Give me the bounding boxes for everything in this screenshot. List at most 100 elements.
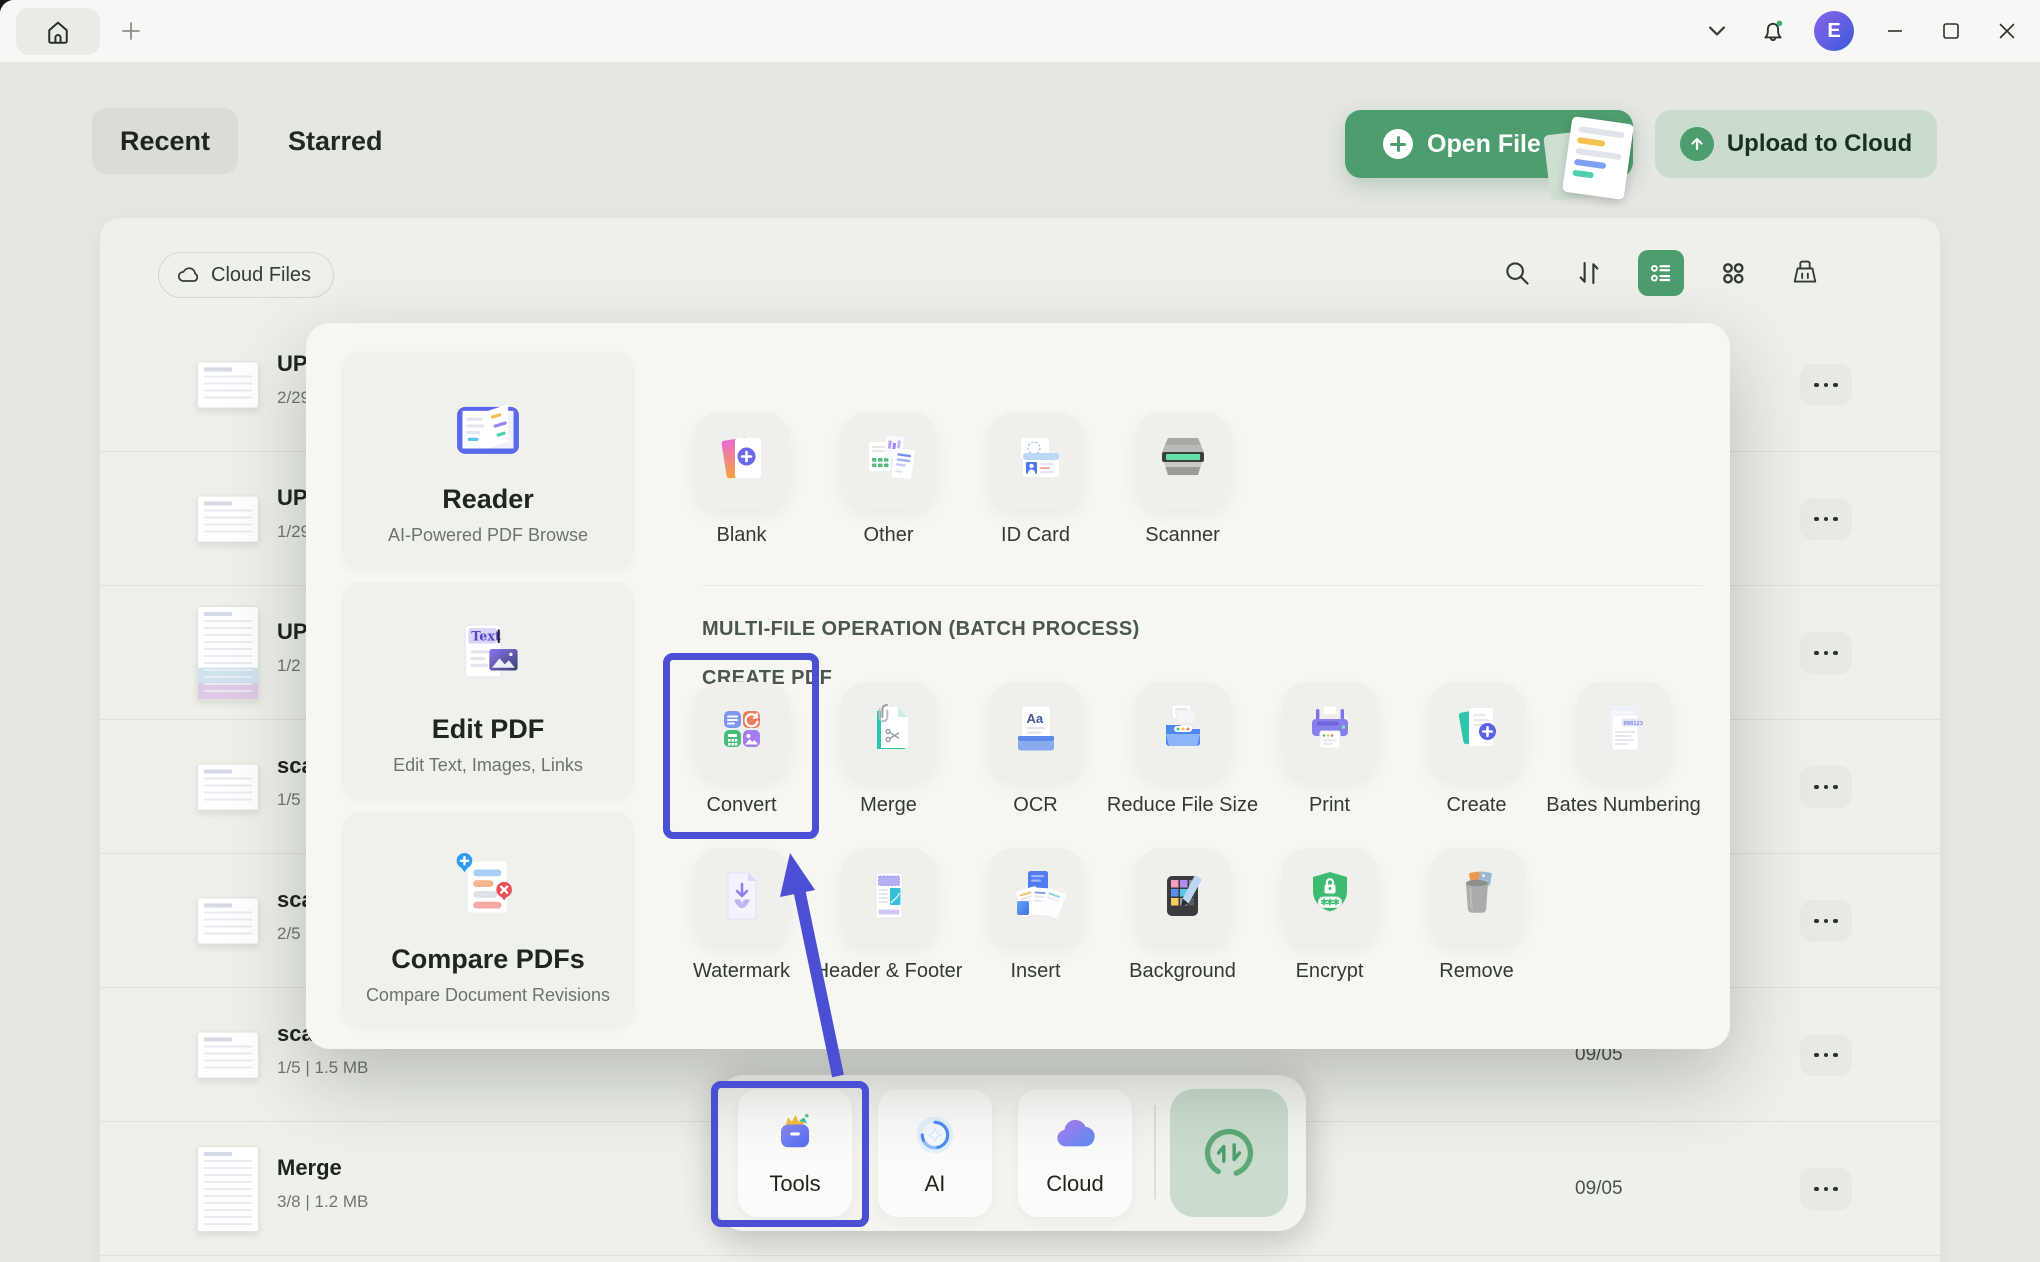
bates-icon: 000123 — [1592, 698, 1656, 762]
list-view-toggle[interactable] — [1638, 250, 1684, 296]
tool-id-card[interactable]: ID Card — [962, 412, 1109, 547]
cloud-files-button[interactable]: Cloud Files — [158, 252, 334, 298]
file-meta: 1/5 | — [277, 790, 310, 810]
tool-tile — [1282, 848, 1378, 944]
mode-card-title: Edit PDF — [432, 714, 545, 745]
dock-divider — [1154, 1105, 1156, 1199]
close-button[interactable] — [1992, 16, 2022, 46]
dock-item-cloud[interactable]: Cloud — [1018, 1089, 1132, 1217]
upload-to-cloud-label: Upload to Cloud — [1727, 130, 1912, 158]
home-tab[interactable] — [16, 8, 100, 55]
tool-remove[interactable]: Remove — [1403, 848, 1550, 983]
scanner-icon — [1151, 428, 1215, 492]
more-button[interactable] — [1800, 632, 1852, 674]
tool-print[interactable]: Print — [1256, 682, 1403, 817]
tool-watermark[interactable]: Watermark — [668, 848, 815, 983]
tab-starred[interactable]: Starred — [288, 108, 383, 174]
grid-view-icon — [1718, 258, 1748, 288]
file-meta: 3/8 | 1.2 MB — [277, 1192, 368, 1212]
sort-icon — [1574, 258, 1604, 288]
search-button[interactable] — [1494, 250, 1540, 296]
cloud-icon — [1047, 1107, 1103, 1163]
grid-view-toggle[interactable] — [1710, 250, 1756, 296]
tool-label: Background — [1129, 960, 1236, 983]
tool-ocr[interactable]: AaOCR — [962, 682, 1109, 817]
tool-tile — [1282, 682, 1378, 778]
mode-card-subtitle: Compare Document Revisions — [366, 985, 610, 1006]
svg-text:Aa: Aa — [1026, 711, 1043, 726]
convert-sync-icon — [1192, 1116, 1266, 1190]
dock-item-ai[interactable]: AI — [878, 1089, 992, 1217]
tool-merge[interactable]: Merge — [815, 682, 962, 817]
batch-tiles-row1: Convert MergeAaOCRReduce File SizePrint Cr… — [668, 682, 1697, 817]
tool-convert[interactable]: Convert — [668, 682, 815, 817]
dropdown-chevron-button[interactable] — [1702, 16, 1732, 46]
minimize-button[interactable] — [1880, 16, 1910, 46]
more-dots-icon — [1814, 1187, 1819, 1192]
tab-recent[interactable]: Recent — [92, 108, 238, 174]
home-icon — [44, 18, 72, 46]
maximize-button[interactable] — [1936, 16, 1966, 46]
tool-blank[interactable]: Blank — [668, 412, 815, 547]
blank-icon — [710, 428, 774, 492]
id-card-icon — [1004, 428, 1068, 492]
tool-tile — [988, 848, 1084, 944]
tool-insert[interactable]: Insert — [962, 848, 1109, 983]
insert-icon — [1004, 864, 1068, 928]
new-tab-button[interactable] — [118, 18, 144, 44]
clean-up-button[interactable] — [1782, 250, 1828, 296]
dock-item-tools[interactable]: Tools — [738, 1089, 852, 1217]
more-button[interactable] — [1800, 364, 1852, 406]
mode-card-edit-pdf[interactable]: TextEdit PDFEdit Text, Images, Links — [342, 582, 634, 800]
reader-icon — [445, 384, 531, 470]
tool-bates-numbering[interactable]: 000123Bates Numbering — [1550, 682, 1697, 817]
avatar[interactable]: E — [1814, 11, 1854, 51]
compare-pdfs-icon — [445, 844, 531, 930]
mode-card-title: Reader — [442, 484, 534, 515]
open-file-button[interactable]: Open File — [1345, 110, 1633, 178]
more-button[interactable] — [1800, 1034, 1852, 1076]
tool-header-footer[interactable]: Header & Footer — [815, 848, 962, 983]
dock-action-button[interactable] — [1170, 1089, 1288, 1217]
tool-scanner[interactable]: Scanner — [1109, 412, 1256, 547]
mode-card-compare-pdfs[interactable]: Compare PDFsCompare Document Revisions — [342, 812, 634, 1028]
tool-label: Scanner — [1145, 524, 1220, 547]
file-thumbnail — [197, 495, 259, 542]
more-button[interactable] — [1800, 900, 1852, 942]
file-date: 09/05 — [1575, 1178, 1623, 1200]
tool-label: Watermark — [693, 960, 790, 983]
plus-circle-icon — [1383, 129, 1413, 159]
sort-button[interactable] — [1566, 250, 1612, 296]
tool-tile — [988, 412, 1084, 508]
more-button[interactable] — [1800, 1168, 1852, 1210]
cloud-files-label: Cloud Files — [211, 264, 311, 287]
titlebar: E — [0, 0, 2040, 62]
tool-tile — [1429, 848, 1525, 944]
tool-tile — [694, 412, 790, 508]
merge-icon — [857, 698, 921, 762]
more-button[interactable] — [1800, 766, 1852, 808]
file-meta: 2/5 | — [277, 924, 310, 944]
mode-card-reader[interactable]: ReaderAI-Powered PDF Browse — [342, 352, 634, 570]
tool-label: Other — [863, 524, 913, 547]
upload-to-cloud-button[interactable]: Upload to Cloud — [1655, 110, 1937, 178]
more-dots-icon — [1814, 517, 1819, 522]
minimize-icon — [1884, 20, 1906, 42]
tool-reduce-file-size[interactable]: Reduce File Size — [1109, 682, 1256, 817]
tool-tile — [1135, 682, 1231, 778]
batch-section-title: MULTI-FILE OPERATION (BATCH PROCESS) — [702, 618, 1140, 641]
tool-label: Convert — [706, 794, 776, 817]
tool-other[interactable]: Other — [815, 412, 962, 547]
tool-tile — [841, 682, 937, 778]
tool-label: Bates Numbering — [1546, 794, 1701, 817]
tool-encrypt[interactable]: Encrypt — [1256, 848, 1403, 983]
cloud-icon — [175, 262, 201, 288]
tool-background[interactable]: Background — [1109, 848, 1256, 983]
bell-icon — [1759, 17, 1787, 45]
open-file-label: Open File — [1427, 130, 1541, 159]
tool-label: Create — [1446, 794, 1506, 817]
notifications-button[interactable] — [1758, 16, 1788, 46]
more-button[interactable] — [1800, 498, 1852, 540]
more-dots-icon — [1814, 785, 1819, 790]
tool-create[interactable]: Create — [1403, 682, 1550, 817]
